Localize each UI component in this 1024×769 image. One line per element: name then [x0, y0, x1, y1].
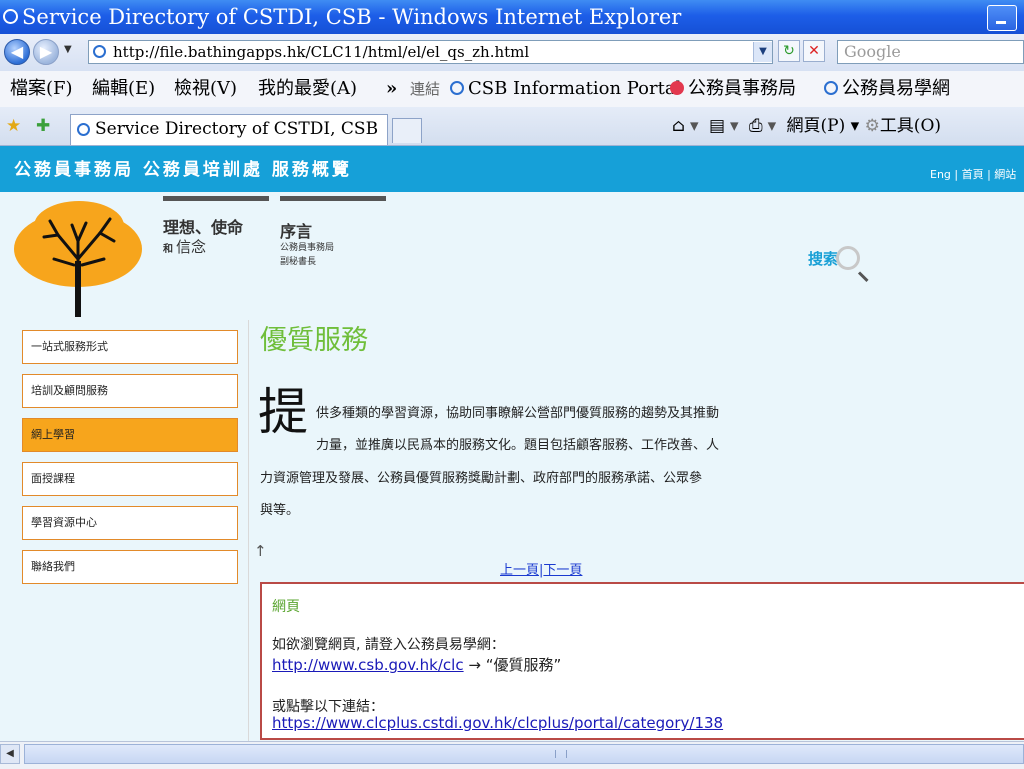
- command-bar: ⌂ ▾ ▤ ▾ ⎙ ▾ 網頁(P) ▾ ⚙工具(O): [672, 116, 942, 136]
- page-title: 優質服務: [260, 325, 368, 356]
- menu-chevron-icon[interactable]: »: [386, 71, 397, 107]
- refresh-icon[interactable]: ↻: [778, 40, 800, 62]
- search-input[interactable]: Google: [837, 40, 1024, 64]
- print-icon[interactable]: ⎙: [749, 116, 763, 136]
- nav-vision-sublabel: 和信念: [163, 238, 207, 256]
- stop-icon[interactable]: ✕: [803, 40, 825, 62]
- menu-file[interactable]: 檔案(F): [10, 71, 73, 107]
- menu-bar: 檔案(F) 編輯(E) 檢視(V) 我的最愛(A) » 連結 CSB Infor…: [0, 71, 1024, 108]
- ie-page-icon: [450, 81, 464, 95]
- tree-logo-icon: [14, 201, 142, 317]
- clc-link[interactable]: http://www.csb.gov.hk/clc: [272, 656, 464, 674]
- tools-gear-icon[interactable]: ⚙: [865, 116, 880, 136]
- info-arrow-text: → “優質服務”: [463, 656, 562, 674]
- banner-links[interactable]: Eng | 首頁 | 網站: [930, 166, 1016, 182]
- drop-cap: 提: [258, 383, 308, 441]
- back-to-top-arrow-icon[interactable]: ↑: [254, 542, 267, 560]
- window-titlebar: Service Directory of CSTDI, CSB - Window…: [0, 0, 1024, 34]
- sidenav-item-resource-centre[interactable]: 學習資源中心: [22, 506, 238, 540]
- menu-favorites[interactable]: 我的最愛(A): [258, 71, 357, 107]
- sidenav-item-one-stop[interactable]: 一站式服務形式: [22, 330, 238, 364]
- ie-page-icon: [824, 81, 838, 95]
- info-box: 網頁 如欲瀏覽網頁, 請登入公務員易學網： http://www.csb.gov…: [260, 582, 1024, 740]
- pagination: 上一頁|下一頁: [500, 559, 582, 578]
- window-title: Service Directory of CSTDI, CSB - Window…: [22, 5, 682, 29]
- url-text: http://file.bathingapps.hk/CLC11/html/el…: [113, 43, 530, 61]
- page-menu[interactable]: 網頁(P): [787, 116, 846, 136]
- paragraph-line-2: 力量，並推廣以民爲本的服務文化。題目包括顧客服務、工作改善、人: [316, 438, 720, 453]
- web-page: 公務員事務局 公務員培訓處 服務概覽 Eng | 首頁 | 網站 理想、使命 和…: [0, 146, 1024, 741]
- scroll-left-icon[interactable]: ◀: [0, 744, 20, 764]
- paragraph-line-3: 力資源管理及發展、公務員優質服務獎勵計劃、政府部門的服務承諾、公眾參: [260, 471, 703, 486]
- paragraph-line-1: 供多種類的學習資源，協助同事瞭解公營部門優質服務的趨勢及其推動: [316, 406, 720, 421]
- scroll-thumb[interactable]: [24, 744, 1024, 764]
- tab-active[interactable]: Service Directory of CSTDI, CSB: [70, 114, 388, 145]
- minimize-button[interactable]: [987, 5, 1017, 31]
- url-dropdown-icon[interactable]: ▼: [753, 42, 772, 62]
- forward-button[interactable]: ▶: [33, 39, 59, 65]
- sidenav-item-training[interactable]: 培訓及顧問服務: [22, 374, 238, 408]
- menu-edit[interactable]: 編輯(E): [92, 71, 155, 107]
- sidenav-item-classroom[interactable]: 面授課程: [22, 462, 238, 496]
- page-icon: [93, 45, 106, 58]
- site-banner: 公務員事務局 公務員培訓處 服務概覽 Eng | 首頁 | 網站: [0, 146, 1024, 192]
- nav-preface-sub1: 公務員事務局: [280, 243, 335, 253]
- nav-vision-label: 理想、使命: [163, 218, 244, 237]
- site-title: 公務員事務局 公務員培訓處 服務概覽: [14, 160, 352, 180]
- csb-icon: [670, 81, 684, 95]
- tab-bar: ★ ✚ Service Directory of CSTDI, CSB ⌂ ▾ ▤…: [0, 107, 1024, 146]
- tools-menu[interactable]: 工具(O): [880, 116, 941, 136]
- info-line-2: http://www.csb.gov.hk/clc → “優質服務”: [272, 654, 561, 675]
- info-line-3: 或點擊以下連結：: [272, 699, 384, 715]
- links-label: 連結: [410, 80, 441, 98]
- search-icon[interactable]: [836, 246, 860, 270]
- add-favorites-icon[interactable]: ✚: [36, 116, 50, 136]
- info-heading: 網頁: [272, 599, 300, 615]
- back-button[interactable]: ◀: [4, 39, 30, 65]
- nav-preface-label: 序言: [280, 222, 313, 241]
- favorites-star-icon[interactable]: ★: [6, 116, 21, 136]
- link-clc[interactable]: 公務員易學網: [824, 71, 950, 107]
- url-field[interactable]: http://file.bathingapps.hk/CLC11/html/el…: [88, 40, 773, 64]
- history-dropdown-icon[interactable]: ▼: [64, 44, 72, 55]
- search-link[interactable]: 搜索: [808, 248, 838, 269]
- next-page-link[interactable]: 下一頁: [543, 563, 582, 578]
- prev-page-link[interactable]: 上一頁: [500, 563, 539, 578]
- ie-page-icon: [77, 123, 90, 136]
- info-line-4: https://www.clcplus.cstdi.gov.hk/clcplus…: [272, 714, 723, 732]
- sidenav-item-elearning[interactable]: 網上學習: [22, 418, 238, 452]
- info-line-1: 如欲瀏覽網頁, 請登入公務員易學網：: [272, 637, 505, 653]
- divider: [248, 320, 249, 741]
- clcplus-link[interactable]: https://www.clcplus.cstdi.gov.hk/clcplus…: [272, 714, 723, 732]
- link-csb[interactable]: 公務員事務局: [670, 71, 796, 107]
- link-csb-portal[interactable]: CSB Information Portal: [450, 71, 681, 107]
- sidenav-item-contact[interactable]: 聯絡我們: [22, 550, 238, 584]
- ie-logo-icon: [3, 9, 18, 24]
- menu-view[interactable]: 檢視(V): [174, 71, 237, 107]
- feeds-icon[interactable]: ▤: [709, 116, 725, 136]
- tab-title: Service Directory of CSTDI, CSB: [95, 119, 379, 139]
- horizontal-scrollbar[interactable]: ◀: [0, 741, 1024, 769]
- address-bar: ◀ ▶ ▼ http://file.bathingapps.hk/CLC11/h…: [0, 34, 1024, 72]
- new-tab-button[interactable]: [392, 118, 422, 143]
- home-icon[interactable]: ⌂: [672, 116, 685, 136]
- paragraph-line-4: 與等。: [260, 503, 300, 518]
- nav-preface-sub2: 副秘書長: [280, 257, 317, 267]
